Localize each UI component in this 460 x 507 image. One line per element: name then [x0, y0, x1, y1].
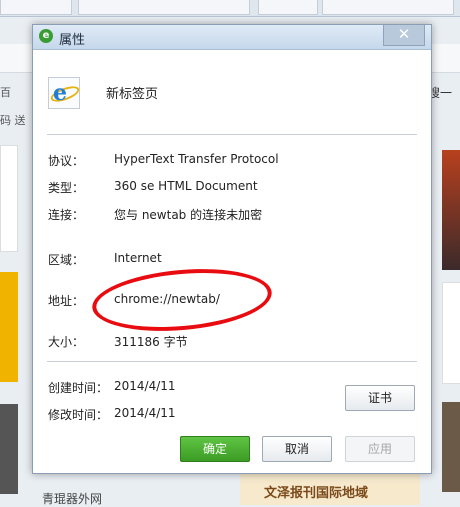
- divider: [47, 134, 417, 135]
- bg-bottom-text: 青琨器外网: [42, 492, 103, 506]
- bg-tile[interactable]: [442, 402, 460, 492]
- size-label: 大小：: [48, 335, 85, 349]
- close-icon: ✕: [397, 25, 411, 43]
- connection-value: 您与 newtab 的连接未加密: [114, 208, 263, 222]
- browser-tab[interactable]: [258, 0, 318, 15]
- created-label: 创建时间：: [48, 381, 109, 395]
- divider: [47, 361, 417, 362]
- bg-tile[interactable]: [0, 404, 18, 494]
- type-label: 类型：: [48, 181, 85, 195]
- modified-value: 2014/4/11: [114, 406, 176, 420]
- dialog-title: 属性: [59, 33, 86, 48]
- properties-dialog: e 属性 ✕ e 新标签页 协议： HyperText Transfer Pro…: [32, 24, 432, 474]
- html-file-icon: e: [48, 77, 82, 109]
- bg-tile[interactable]: [0, 272, 18, 382]
- red-annotation-circle: [89, 262, 275, 338]
- bg-left-text: 码 送: [0, 114, 26, 127]
- ok-button[interactable]: 确定: [180, 436, 250, 462]
- apply-button[interactable]: 应用: [345, 436, 415, 462]
- created-value: 2014/4/11: [114, 379, 176, 393]
- browser-tab-strip: [0, 0, 460, 17]
- size-value: 311186 字节: [114, 335, 188, 349]
- bg-tile[interactable]: [0, 145, 18, 252]
- bg-left-text: 百: [0, 86, 11, 99]
- certificate-button[interactable]: 证书: [345, 385, 415, 411]
- zone-label: 区域：: [48, 253, 85, 267]
- type-value: 360 se HTML Document: [114, 179, 258, 193]
- protocol-label: 协议：: [48, 154, 85, 168]
- zone-value: Internet: [114, 251, 162, 265]
- connection-label: 连接：: [48, 208, 85, 222]
- address-label: 地址：: [48, 294, 85, 308]
- bg-tile[interactable]: [442, 150, 460, 270]
- app-logo-icon: e: [39, 29, 53, 43]
- browser-tab[interactable]: [0, 0, 72, 15]
- browser-tab[interactable]: [322, 0, 454, 15]
- modified-label: 修改时间：: [48, 408, 109, 422]
- file-name: 新标签页: [106, 87, 159, 102]
- browser-tab[interactable]: [78, 0, 250, 15]
- bg-bottom-banner: 文泽报刊国际地域: [240, 470, 420, 505]
- protocol-value: HyperText Transfer Protocol: [114, 152, 279, 166]
- bg-tile[interactable]: [442, 282, 460, 384]
- cancel-button[interactable]: 取消: [262, 436, 332, 462]
- dialog-titlebar[interactable]: e 属性 ✕: [33, 25, 431, 50]
- close-button[interactable]: ✕: [383, 25, 425, 46]
